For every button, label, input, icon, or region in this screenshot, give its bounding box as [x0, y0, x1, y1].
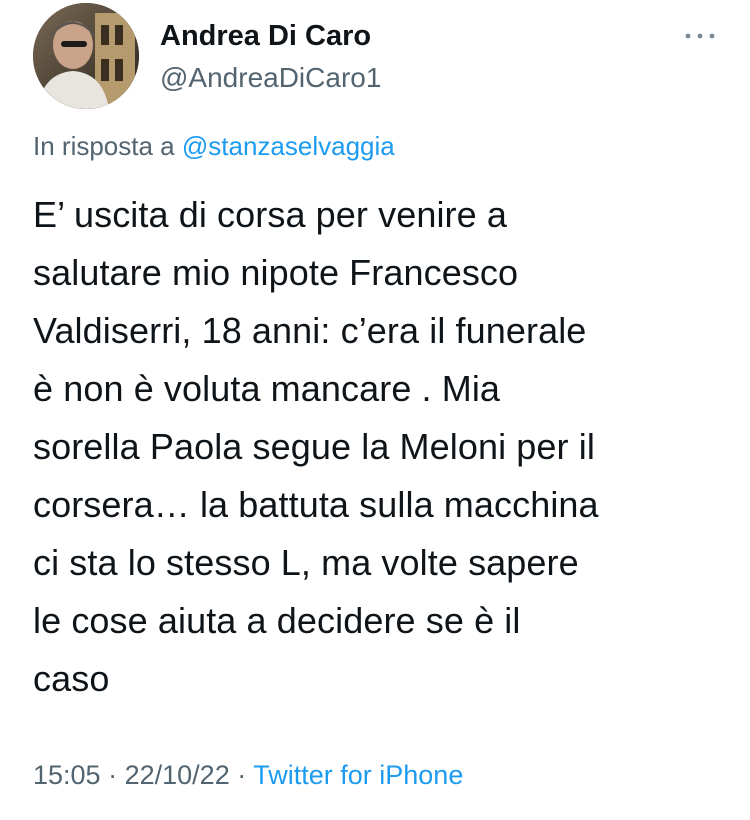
tweet-time[interactable]: 15:05 — [33, 760, 101, 790]
avatar[interactable] — [33, 3, 139, 109]
tweet-metadata: 15:05 · 22/10/22 · Twitter for iPhone — [33, 758, 463, 792]
tweet-card: Andrea Di Caro @AndreaDiCaro1 In rispost… — [0, 0, 750, 820]
meta-separator: · — [237, 760, 247, 790]
author-display-name[interactable]: Andrea Di Caro — [160, 18, 371, 54]
reply-prefix: In risposta a — [33, 131, 175, 161]
more-horizontal-icon — [685, 33, 715, 39]
tweet-source-link[interactable]: Twitter for iPhone — [253, 760, 463, 790]
reply-mention-link[interactable]: @stanzaselvaggia — [182, 131, 395, 161]
tweet-date[interactable]: 22/10/22 — [125, 760, 230, 790]
tweet-text: E’ uscita di corsa per venire a salutare… — [33, 194, 599, 699]
meta-separator: · — [108, 760, 118, 790]
reply-context: In risposta a @stanzaselvaggia — [33, 129, 395, 163]
more-options-button[interactable] — [680, 24, 720, 48]
author-handle[interactable]: @AndreaDiCaro1 — [160, 61, 381, 95]
